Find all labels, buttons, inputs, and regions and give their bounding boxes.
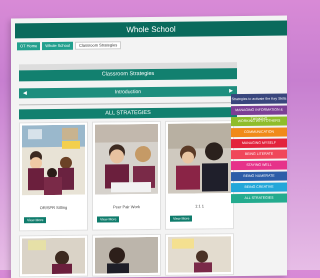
sidebar-item-being-literate[interactable]: BEING LITERATE: [231, 149, 287, 160]
all-strategies-heading: ALL STRATEGIES: [19, 107, 237, 120]
breadcrumb-ot-home[interactable]: OT Home: [17, 42, 41, 51]
view-more-button[interactable]: View More: [24, 217, 47, 224]
introduction-label: Introduction: [114, 89, 142, 96]
strategy-card[interactable]: [165, 233, 234, 276]
strategy-card[interactable]: [19, 234, 88, 278]
breadcrumb-classroom-strategies: Classroom Strategies: [74, 41, 122, 50]
strategy-card[interactable]: Peer Pair Work View More: [92, 120, 161, 231]
classroom-photo: [22, 124, 85, 196]
divider: [19, 102, 237, 106]
card-caption: 1:1 1: [195, 203, 204, 209]
strategy-card[interactable]: [92, 233, 161, 277]
sidebar-item-managing-myself[interactable]: MANAGING MYSELF: [231, 138, 287, 149]
sidebar-item-working-with-others[interactable]: WORKING WITH OTHERS: [231, 116, 287, 127]
sidebar-item-communication[interactable]: COMMUNICATION: [231, 127, 287, 138]
app-window: Whole School OT Home Whole School Classr…: [11, 15, 287, 278]
breadcrumb-whole-school[interactable]: Whole School: [42, 41, 73, 51]
strategy-card[interactable]: 1:1 1 View More: [165, 120, 234, 230]
view-more-button[interactable]: View More: [97, 216, 120, 223]
window-title: Whole School: [15, 20, 287, 39]
classroom-photo: [95, 236, 158, 274]
main-content: Classroom Strategies ◀ Introduction ▶ AL…: [19, 60, 237, 278]
sidebar-item-staying-well[interactable]: STAYING WELL: [231, 160, 287, 171]
breadcrumb: OT Home Whole School Classroom Strategie…: [17, 41, 122, 51]
card-caption: Peer Pair Work: [112, 204, 141, 210]
sidebar-item-being-numerate[interactable]: BEING NUMERATE: [231, 171, 287, 182]
view-more-button[interactable]: View More: [170, 215, 193, 222]
strategy-grid: OR/SPR Sitting View More Peer Pair Work …: [19, 120, 237, 278]
strategy-card[interactable]: OR/SPR Sitting View More: [19, 121, 88, 232]
section-title: Classroom Strategies: [19, 68, 237, 82]
sidebar-item-being-creative[interactable]: BEING CREATIVE: [231, 182, 287, 193]
introduction-accordion[interactable]: ◀ Introduction ▶: [19, 86, 237, 99]
card-caption: OR/SPR Sitting: [39, 204, 68, 211]
classroom-photo: [168, 236, 231, 273]
sidebar-item-all-strategies[interactable]: ALL STRATEGIES: [231, 193, 287, 204]
key-skills-sidebar: Strategies to activate the Key Skills MA…: [231, 93, 287, 204]
sidebar-item-managing-information[interactable]: MANAGING INFORMATION & THINKING: [231, 105, 287, 121]
classroom-photo: [168, 123, 231, 194]
chevron-left-icon[interactable]: ◀: [23, 88, 27, 98]
classroom-photo: [22, 237, 85, 275]
classroom-photo: [95, 123, 158, 195]
sidebar-header: Strategies to activate the Key Skills: [231, 93, 287, 105]
